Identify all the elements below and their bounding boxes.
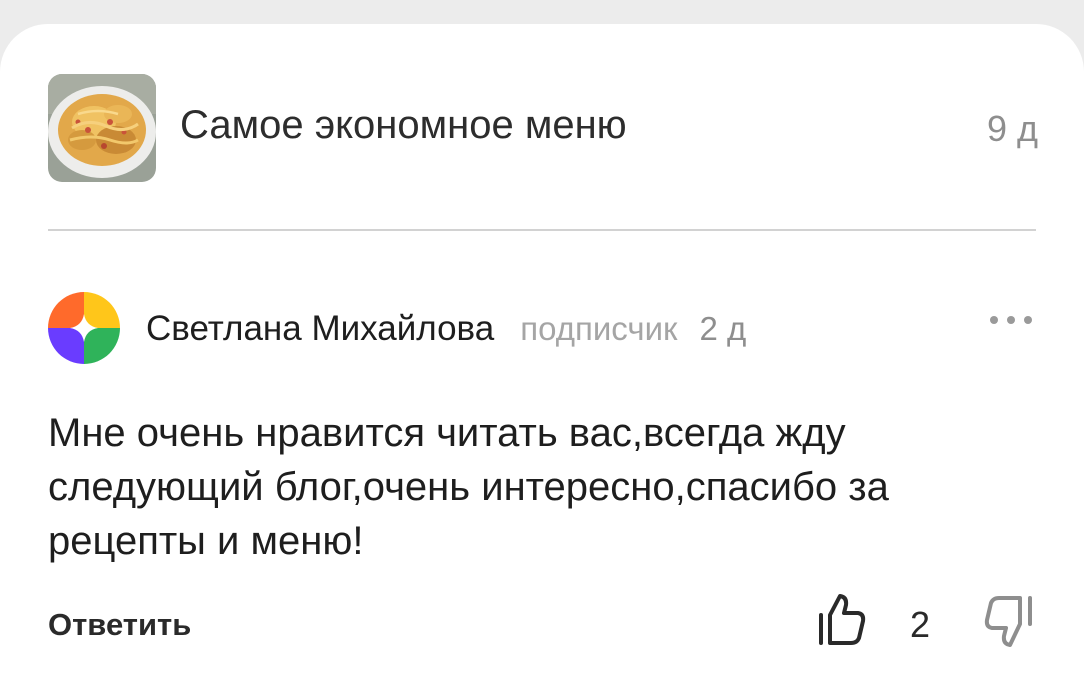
reply-button[interactable]: Ответить (48, 607, 191, 643)
author-role: подписчик (520, 310, 678, 347)
comment-card: Самое экономное меню 9 д Светлана Михайл… (0, 24, 1084, 687)
thumbs-up-icon[interactable] (818, 593, 866, 645)
author-name[interactable]: Светлана Михайлова (146, 309, 494, 349)
comment-age: 2 д (699, 310, 747, 347)
article-title[interactable]: Самое экономное меню (180, 103, 627, 148)
article-age: 9 д (986, 108, 1038, 149)
thumbs-down-icon[interactable] (982, 594, 1034, 648)
more-dots-icon[interactable] (986, 311, 1036, 339)
avatar[interactable] (48, 292, 120, 364)
comment-header: Светлана Михайлова подписчик 2 д (146, 309, 746, 353)
divider (48, 229, 1036, 231)
like-count: 2 (910, 604, 931, 645)
article-thumbnail (48, 74, 156, 182)
comment-text: Мне очень нравится читать вас,всегда жду… (48, 411, 889, 563)
article-link[interactable]: Самое экономное меню 9 д (48, 74, 1038, 182)
